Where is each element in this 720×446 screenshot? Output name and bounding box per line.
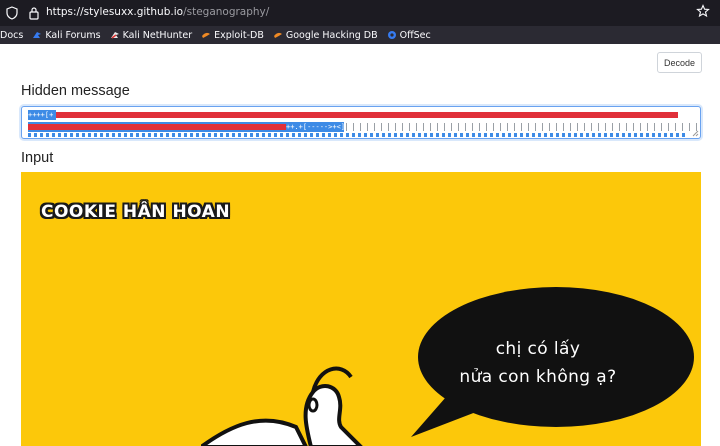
red-highlight-bar bbox=[56, 112, 678, 118]
textarea-code-text: ++.+[----->+<]> bbox=[286, 123, 350, 131]
bookmark-label: Google Hacking DB bbox=[285, 29, 378, 41]
bubble-text-line-2: nửa con không ạ? bbox=[459, 367, 617, 387]
cartoon-character bbox=[201, 366, 363, 446]
url-text[interactable]: https://stylesuxx.github.io/steganograph… bbox=[46, 6, 269, 18]
tracking-shield-icon[interactable] bbox=[6, 6, 18, 20]
input-image: COOKIE HÂN HOAN chị có lấy nửa con không… bbox=[21, 172, 701, 446]
bookmark-google-hacking-db[interactable]: Google Hacking DB bbox=[273, 30, 378, 41]
textarea-line-1: ++++[+ bbox=[28, 110, 678, 120]
lock-icon[interactable] bbox=[28, 6, 40, 20]
browser-url-bar[interactable]: https://stylesuxx.github.io/steganograph… bbox=[0, 0, 720, 26]
hidden-message-textarea[interactable]: ++++[+ ++.+[----->+<]> bbox=[21, 106, 701, 139]
ghdb-icon bbox=[273, 32, 282, 38]
decode-button[interactable]: Decode bbox=[657, 52, 702, 73]
bookmark-kali-nethunter[interactable]: Kali NetHunter bbox=[110, 29, 193, 41]
offsec-icon bbox=[387, 31, 396, 39]
input-title: Input bbox=[21, 150, 54, 166]
red-highlight-bar bbox=[28, 124, 286, 130]
bookmark-docs[interactable]: Docs bbox=[0, 30, 23, 41]
bookmark-star-icon[interactable] bbox=[696, 4, 710, 18]
textarea-line-2: ++.+[----->+<]> bbox=[28, 122, 698, 132]
bookmarks-toolbar: Docs Kali Forums Kali NetHunter Exploit-… bbox=[0, 26, 720, 44]
bookmark-exploit-db[interactable]: Exploit-DB bbox=[201, 30, 264, 41]
url-path: /steganography/ bbox=[183, 6, 270, 18]
bookmark-label: Docs bbox=[0, 29, 24, 41]
bookmark-label: Exploit-DB bbox=[214, 29, 264, 41]
bookmark-label: OffSec bbox=[399, 29, 431, 41]
bookmark-kali-forums[interactable]: Kali Forums bbox=[32, 29, 101, 41]
kali-dragon-icon bbox=[33, 32, 42, 38]
bubble-text-line-1: chị có lấy bbox=[495, 339, 581, 359]
hidden-message-title: Hidden message bbox=[21, 83, 130, 99]
image-brand-text: COOKIE HÂN HOAN bbox=[41, 202, 231, 222]
url-host: https://stylesuxx.github.io bbox=[46, 6, 184, 18]
bookmark-label: Kali Forums bbox=[45, 29, 101, 41]
exploitdb-icon bbox=[202, 32, 211, 38]
textarea-line-3 bbox=[28, 133, 688, 137]
bookmark-label: Kali NetHunter bbox=[122, 29, 193, 41]
resize-handle-icon[interactable] bbox=[692, 130, 699, 137]
nethunter-icon bbox=[110, 32, 119, 39]
bookmark-offsec[interactable]: OffSec bbox=[387, 30, 431, 41]
textarea-prefix-text: ++++[+ bbox=[28, 110, 56, 120]
unprintable-characters bbox=[346, 123, 698, 131]
